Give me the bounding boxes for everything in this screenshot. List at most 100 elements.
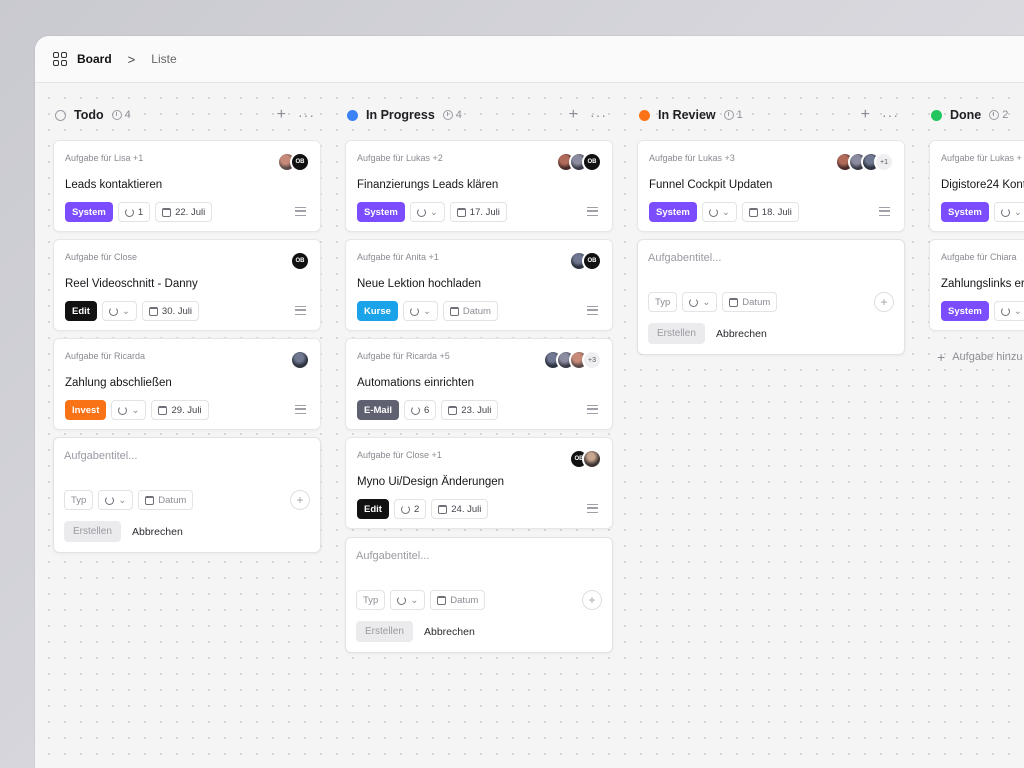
repeat-chip[interactable]: 6 <box>403 400 437 420</box>
task-card[interactable]: Aufgabe für Close OB Reel Videoschnitt -… <box>53 239 321 331</box>
date-select[interactable]: Datum <box>722 292 778 312</box>
avatar-group[interactable] <box>290 350 310 370</box>
drag-handle-icon[interactable] <box>295 405 306 414</box>
type-select[interactable]: Typ <box>64 490 94 510</box>
tag-badge[interactable]: Kurse <box>357 301 398 321</box>
tag-badge[interactable]: System <box>649 202 697 222</box>
card-assignee: Aufgabe für Close <box>65 252 138 262</box>
date-chip[interactable]: Datum <box>442 301 498 321</box>
tag-badge[interactable]: System <box>65 202 113 222</box>
add-card-icon[interactable]: + <box>569 107 578 123</box>
task-card[interactable]: Aufgabe für Close +1 OB Myno Ui/Design Ä… <box>345 437 613 529</box>
add-card-icon[interactable]: + <box>277 107 286 123</box>
task-card[interactable]: Aufgabe für Chiara Zahlungslinks ers Sys… <box>929 239 1024 331</box>
repeat-chip[interactable]: ⌄ <box>993 301 1024 321</box>
create-button[interactable]: Erstellen <box>648 323 705 344</box>
status-done-icon <box>931 109 942 121</box>
avatar-group[interactable]: OB <box>277 152 310 172</box>
date-chip[interactable]: 22. Juli <box>155 202 213 222</box>
date-chip[interactable]: 24. Juli <box>431 499 489 519</box>
create-button[interactable]: Erstellen <box>64 521 121 542</box>
drag-handle-icon[interactable] <box>587 306 598 315</box>
avatar-group[interactable]: OB <box>556 152 602 172</box>
task-card[interactable]: Aufgabe für Ricarda +5 +3 Automations ei… <box>345 338 613 430</box>
task-card[interactable]: Aufgabe für Ricarda Zahlung abschließen … <box>53 338 321 430</box>
card-assignee: Aufgabe für Ricarda <box>65 351 146 361</box>
tag-badge[interactable]: Edit <box>357 499 389 519</box>
create-button[interactable]: Erstellen <box>356 621 413 642</box>
date-select[interactable]: Datum <box>430 590 486 610</box>
avatar-group[interactable]: OB <box>569 449 602 469</box>
repeat-chip[interactable]: ⌄ <box>993 202 1024 222</box>
drag-handle-icon[interactable] <box>587 207 598 216</box>
drag-handle-icon[interactable] <box>295 306 306 315</box>
date-chip[interactable]: 30. Juli <box>141 301 200 321</box>
task-card[interactable]: Aufgabe für Anita +1 OB Neue Lektion hoc… <box>345 239 613 331</box>
add-assignee-icon[interactable]: + <box>874 292 894 312</box>
add-card-icon[interactable]: + <box>861 107 870 123</box>
calendar-icon <box>158 405 168 415</box>
repeat-chip[interactable]: 2 <box>393 499 427 519</box>
column-title: In Review <box>658 108 716 122</box>
task-card[interactable]: Aufgabe für Lukas +2 OB Finanzierungs Le… <box>345 140 613 232</box>
column-count: 4 <box>111 109 131 121</box>
repeat-chip[interactable]: 1 <box>117 202 151 222</box>
more-options-icon[interactable]: ··· <box>882 108 899 122</box>
breadcrumb-list[interactable]: Liste <box>151 52 176 66</box>
avatar-group[interactable]: OB <box>569 251 602 271</box>
task-card[interactable]: Aufgabe für Lukas +3 +1 Funnel Cockpit U… <box>637 140 905 232</box>
tag-badge[interactable]: System <box>941 202 989 222</box>
task-card[interactable]: Aufgabe für Lukas + Digistore24 Kont Sys… <box>929 140 1024 232</box>
task-title-input[interactable]: Aufgabentitel... <box>648 252 721 264</box>
date-chip[interactable]: 23. Juli <box>441 400 499 420</box>
tag-badge[interactable]: System <box>941 301 989 321</box>
cancel-button[interactable]: Abbrechen <box>132 521 183 542</box>
new-task-form: Aufgabentitel... Typ ⌄ Datum + Erstellen… <box>345 537 613 653</box>
calendar-icon <box>748 207 758 217</box>
date-chip[interactable]: 18. Juli <box>741 202 799 222</box>
repeat-chip[interactable]: ⌄ <box>701 202 737 222</box>
drag-handle-icon[interactable] <box>587 405 598 414</box>
repeat-chip[interactable]: ⌄ <box>101 301 137 321</box>
type-select[interactable]: Typ <box>648 292 678 312</box>
board-grid-icon[interactable] <box>53 52 67 66</box>
card-title: Myno Ui/Design Änderungen <box>357 476 505 488</box>
repeat-chip[interactable]: ⌄ <box>409 202 445 222</box>
avatar-group[interactable]: +3 <box>543 350 602 370</box>
tag-badge[interactable]: System <box>357 202 405 222</box>
more-options-icon[interactable]: ··· <box>590 108 607 122</box>
date-chip[interactable]: 29. Juli <box>151 400 209 420</box>
tag-badge[interactable]: Invest <box>65 400 107 420</box>
task-title-input[interactable]: Aufgabentitel... <box>64 450 137 462</box>
add-assignee-icon[interactable]: + <box>582 590 602 610</box>
repeat-select[interactable]: ⌄ <box>98 490 134 510</box>
column-done: Done 2 Aufgabe für Lukas + Digistore24 K… <box>929 83 1024 364</box>
drag-handle-icon[interactable] <box>587 504 598 513</box>
task-card[interactable]: Aufgabe für Lisa +1 OB Leads kontaktiere… <box>53 140 321 232</box>
card-assignee: Aufgabe für Lukas + <box>941 153 1022 163</box>
card-assignee: Aufgabe für Anita +1 <box>357 252 439 262</box>
repeat-icon <box>118 405 128 415</box>
breadcrumb-board[interactable]: Board <box>77 52 112 66</box>
drag-handle-icon[interactable] <box>879 207 890 216</box>
cancel-button[interactable]: Abbrechen <box>424 621 475 642</box>
more-options-icon[interactable]: ··· <box>298 108 315 122</box>
task-title-input[interactable]: Aufgabentitel... <box>356 550 429 562</box>
date-chip[interactable]: 17. Juli <box>449 202 507 222</box>
repeat-chip[interactable]: ⌄ <box>402 301 438 321</box>
avatar-group[interactable]: OB <box>290 251 310 271</box>
repeat-select[interactable]: ⌄ <box>390 590 426 610</box>
drag-handle-icon[interactable] <box>295 207 306 216</box>
cancel-button[interactable]: Abbrechen <box>716 323 767 344</box>
tag-badge[interactable]: Edit <box>65 301 97 321</box>
repeat-select[interactable]: ⌄ <box>682 292 718 312</box>
calendar-icon <box>162 207 172 217</box>
type-select[interactable]: Typ <box>356 590 386 610</box>
date-select[interactable]: Datum <box>138 490 194 510</box>
tag-badge[interactable]: E-Mail <box>357 400 399 420</box>
avatar-group[interactable]: +1 <box>835 152 894 172</box>
add-task-button[interactable]: + Aufgabe hinzu <box>937 350 1023 364</box>
add-assignee-icon[interactable]: + <box>290 490 310 510</box>
card-assignee: Aufgabe für Ricarda +5 <box>357 351 450 361</box>
repeat-chip[interactable]: ⌄ <box>111 400 147 420</box>
